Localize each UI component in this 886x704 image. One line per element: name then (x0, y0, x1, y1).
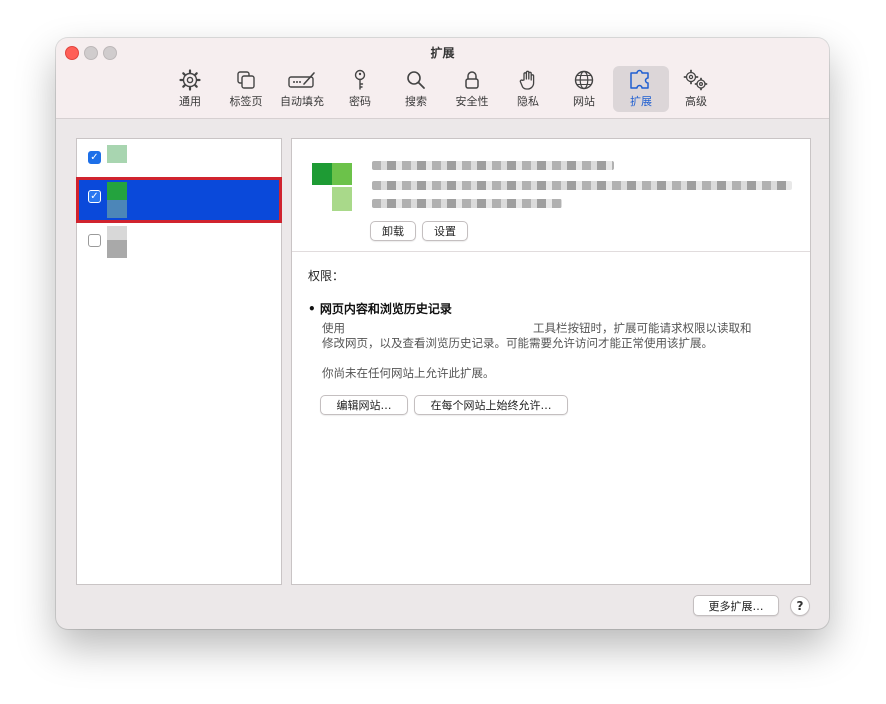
permission-desc-rest: 工具栏按钮时，扩展可能请求权限以读取和 (533, 321, 752, 335)
extension-row[interactable] (77, 222, 281, 266)
tab-advanced[interactable]: 高级 (668, 66, 724, 112)
lock-icon (465, 71, 479, 89)
tab-passwords-label: 密码 (349, 95, 371, 108)
extension-logo-icon (312, 163, 352, 211)
edit-websites-button[interactable]: 编辑网站… (320, 395, 408, 415)
preferences-toolbar: 通用 标签页 自动填充 密码 搜索 安全性 隐私 网站 扩展 高级 (56, 66, 829, 114)
tab-privacy[interactable]: 隐私 (500, 66, 556, 112)
tab-tabs[interactable]: 标签页 (218, 66, 274, 112)
help-button[interactable]: ? (790, 596, 810, 616)
extension-row-selected[interactable]: ✓ (76, 177, 282, 223)
not-allowed-text: 你尚未在任何网站上允许此扩展。 (322, 366, 495, 380)
tab-general[interactable]: 通用 (162, 66, 218, 112)
permission-desc-prefix: 使用 (322, 321, 345, 335)
tab-privacy-label: 隐私 (517, 95, 539, 108)
settings-button[interactable]: 设置 (422, 221, 468, 241)
gears-icon (683, 69, 708, 91)
tab-advanced-label: 高级 (685, 95, 707, 108)
uninstall-button[interactable]: 卸载 (370, 221, 416, 241)
tab-extensions-label: 扩展 (630, 95, 652, 108)
more-extensions-button[interactable]: 更多扩展… (693, 595, 779, 616)
titlebar: 扩展 通用 标签页 自动填充 密码 搜索 安全性 隐私 网站 扩展 高级 (56, 38, 829, 119)
tab-general-label: 通用 (179, 95, 201, 108)
extension-description-redacted (372, 199, 562, 208)
permission-description-line2: 修改网页，以及查看浏览历史记录。可能需要允许访问才能正常使用该扩展。 (322, 336, 713, 350)
tab-tabs-label: 标签页 (229, 95, 263, 108)
tab-security-label: 安全性 (455, 95, 489, 108)
tab-security[interactable]: 安全性 (444, 66, 500, 112)
extension-icon (107, 145, 127, 163)
extension-icon (107, 226, 127, 258)
extension-enable-checkbox[interactable]: ✓ (88, 190, 101, 203)
tab-autofill[interactable]: 自动填充 (274, 66, 330, 112)
globe-icon (574, 70, 594, 90)
extension-name-redacted (372, 161, 614, 170)
hand-icon (519, 70, 535, 90)
autofill-icon (288, 72, 315, 88)
extension-enable-checkbox[interactable]: ✓ (88, 151, 101, 164)
extension-description-redacted (372, 181, 792, 190)
extension-list: ✓ ✓ (76, 138, 282, 585)
key-icon (354, 69, 366, 90)
extension-detail-pane: 卸载 设置 权限： • 网页内容和浏览历史记录 使用 工具栏按钮时，扩展可能请求权… (291, 138, 811, 585)
permission-heading-text: 网页内容和浏览历史记录 (319, 302, 452, 316)
permission-heading: • 网页内容和浏览历史记录 (308, 302, 452, 316)
tab-search-label: 搜索 (405, 95, 427, 108)
preferences-window: 扩展 通用 标签页 自动填充 密码 搜索 安全性 隐私 网站 扩展 高级 ✓ ✓… (56, 38, 829, 629)
tabs-icon (237, 71, 255, 89)
tab-websites[interactable]: 网站 (556, 66, 612, 112)
search-icon (407, 71, 425, 89)
tab-autofill-label: 自动填充 (280, 95, 324, 108)
gear-icon (179, 69, 201, 91)
permission-description-line1: 使用 工具栏按钮时，扩展可能请求权限以读取和 (322, 320, 752, 336)
extension-enable-checkbox[interactable] (88, 234, 101, 247)
tab-passwords[interactable]: 密码 (332, 66, 388, 112)
tab-extensions[interactable]: 扩展 (613, 66, 669, 112)
permissions-title: 权限： (308, 269, 345, 283)
tab-search[interactable]: 搜索 (388, 66, 444, 112)
puzzle-icon (630, 69, 649, 89)
window-title: 扩展 (430, 46, 455, 60)
extension-row[interactable]: ✓ (77, 139, 281, 183)
tab-websites-label: 网站 (573, 95, 595, 108)
always-allow-button[interactable]: 在每个网站上始终允许… (414, 395, 568, 415)
extension-icon (107, 182, 127, 218)
extension-header: 卸载 设置 (292, 139, 810, 252)
